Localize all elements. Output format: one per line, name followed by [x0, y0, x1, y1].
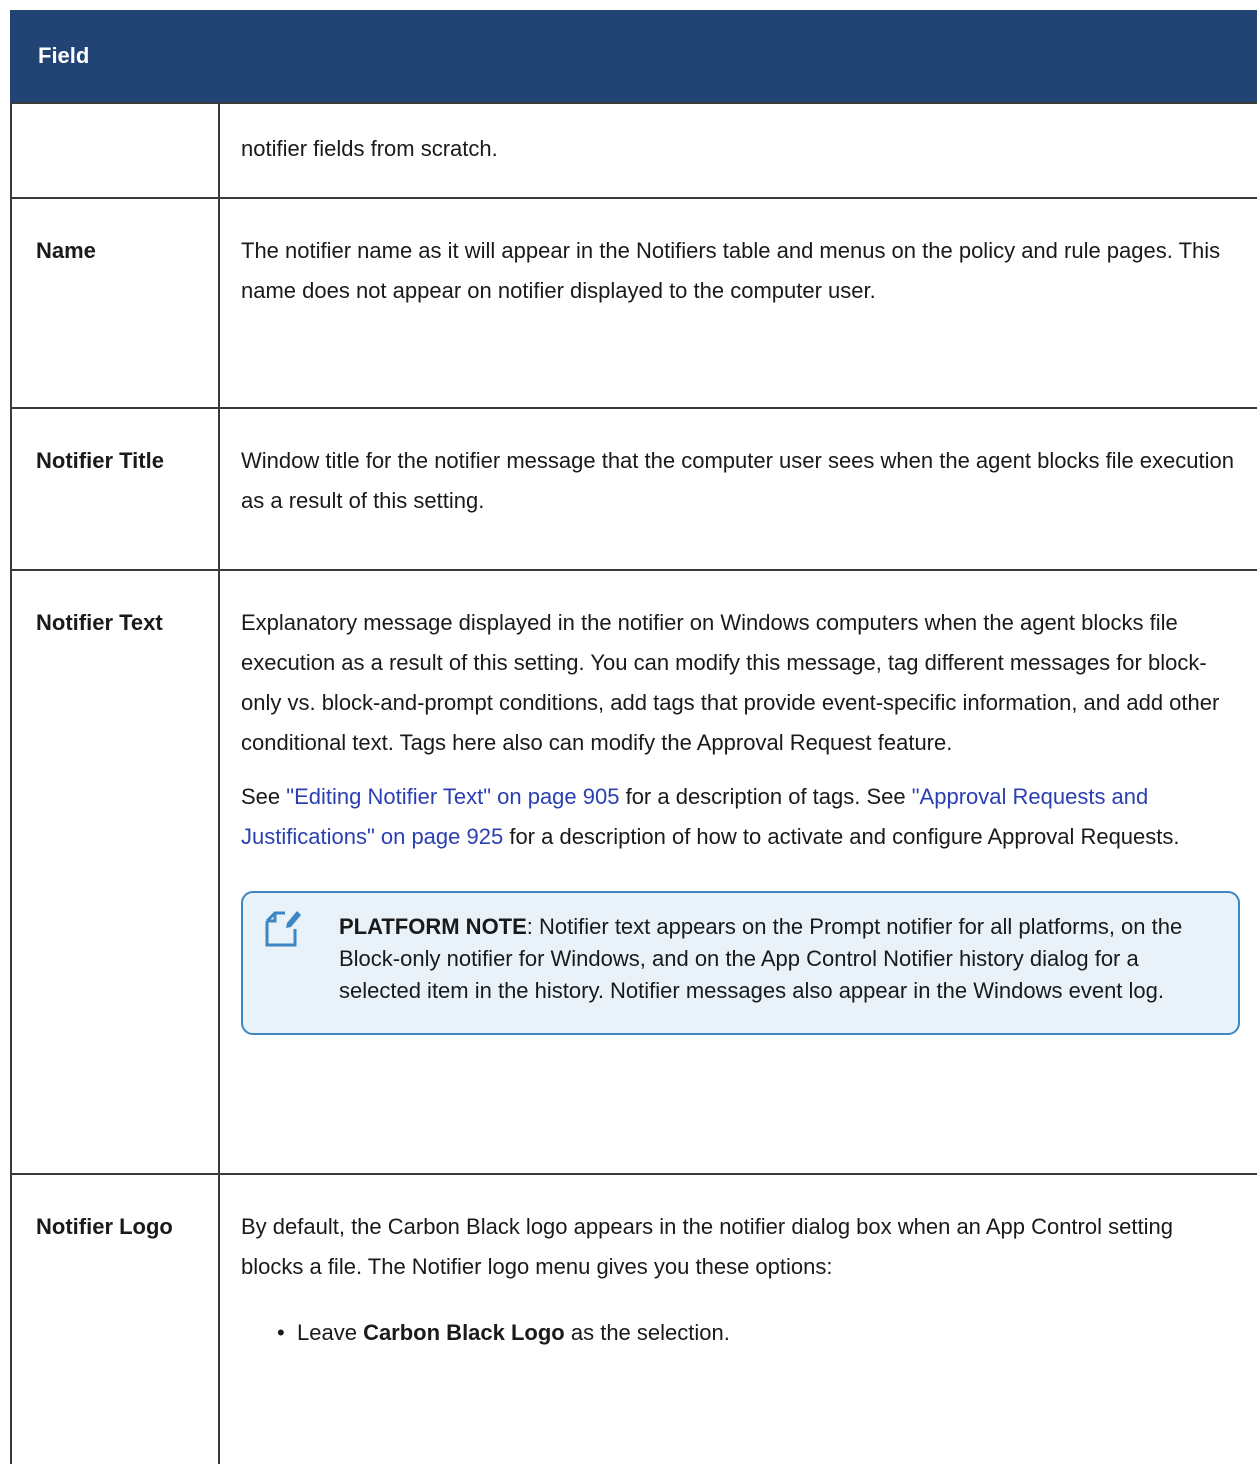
description-text: See "Editing Notifier Text" on page 905 … — [241, 784, 1180, 849]
table-row: Name The notifier name as it will appear… — [10, 197, 1257, 409]
description-text: notifier fields from scratch. — [241, 136, 498, 161]
table-row: Notifier Text Explanatory message displa… — [10, 569, 1257, 1175]
description-text: By default, the Carbon Black logo appear… — [241, 1214, 1173, 1279]
description-cell: Explanatory message displayed in the not… — [218, 569, 1257, 1175]
list-item: Leave Carbon Black Logo as the selection… — [277, 1313, 1240, 1353]
description-cell: By default, the Carbon Black logo appear… — [218, 1173, 1257, 1464]
description-text: Window title for the notifier message th… — [241, 448, 1234, 513]
platform-note: PLATFORM NOTE: Notifier text appears on … — [241, 891, 1240, 1035]
field-cell: Name — [10, 197, 220, 409]
options-list: Leave Carbon Black Logo as the selection… — [241, 1313, 1240, 1353]
table-row: Notifier Title Window title for the noti… — [10, 407, 1257, 571]
description-cell: The notifier name as it will appear in t… — [218, 197, 1257, 409]
description-text: Explanatory message displayed in the not… — [241, 610, 1220, 755]
field-cell — [10, 102, 220, 199]
table-row: notifier fields from scratch. — [10, 102, 1257, 199]
description-text: The notifier name as it will appear in t… — [241, 238, 1221, 303]
description-cell: notifier fields from scratch. — [218, 102, 1257, 199]
description-cell: Window title for the notifier message th… — [218, 407, 1257, 571]
note-edit-icon — [265, 911, 301, 947]
field-cell: Notifier Title — [10, 407, 220, 571]
field-cell: Notifier Logo — [10, 1173, 220, 1464]
field-cell: Notifier Text — [10, 569, 220, 1175]
link-editing-notifier-text[interactable]: "Editing Notifier Text" on page 905 — [286, 784, 619, 809]
table-header-row: Field — [10, 10, 1257, 103]
note-label: PLATFORM NOTE — [339, 914, 527, 939]
table-row: Notifier Logo By default, the Carbon Bla… — [10, 1173, 1257, 1464]
header-field: Field — [10, 10, 219, 103]
fields-table: Field notifier fields from scratch. Name… — [10, 10, 1257, 1464]
header-description — [218, 10, 1257, 103]
